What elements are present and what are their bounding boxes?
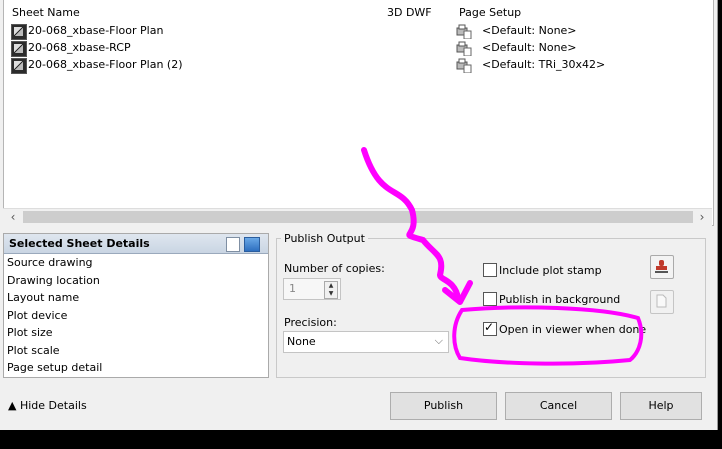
include-plot-stamp-checkbox[interactable] xyxy=(483,263,497,277)
copies-stepper[interactable]: 1 ▲ ▼ xyxy=(283,278,341,300)
cancel-button[interactable]: Cancel xyxy=(505,392,612,420)
page-setup-button[interactable] xyxy=(650,290,674,314)
sheet-name: 20-068_xbase-Floor Plan (2) xyxy=(28,58,183,71)
publish-output-legend: Publish Output xyxy=(281,232,368,245)
help-button[interactable]: Help xyxy=(620,392,702,420)
preview-icon[interactable] xyxy=(244,237,260,252)
details-header: Selected Sheet Details xyxy=(4,234,268,254)
sheet-layout-icon xyxy=(11,41,27,57)
sheet-row[interactable]: 20-068_xbase-RCP <Default: None> xyxy=(4,40,704,57)
sheet-name: 20-068_xbase-RCP xyxy=(28,41,131,54)
page-setup-icon xyxy=(456,24,472,39)
details-title: Selected Sheet Details xyxy=(9,237,150,250)
column-header-3d-dwf[interactable]: 3D DWF xyxy=(387,6,432,19)
copies-value[interactable]: 1 xyxy=(289,282,296,295)
horizontal-scrollbar[interactable]: ‹ › xyxy=(3,208,712,226)
page-setup-value[interactable]: <Default: TRi_30x42> xyxy=(482,58,605,71)
sheet-row[interactable]: 20-068_xbase-Floor Plan (2) <Default: TR… xyxy=(4,57,704,74)
detail-page-setup-detail: Page setup detail xyxy=(7,361,103,374)
page-setup-value[interactable]: <Default: None> xyxy=(482,24,577,37)
open-in-viewer-label[interactable]: Open in viewer when done xyxy=(499,323,646,336)
detail-plot-size: Plot size xyxy=(7,326,53,339)
scroll-right-icon[interactable]: › xyxy=(694,210,710,225)
scrollbar-thumb[interactable] xyxy=(23,211,693,223)
precision-select[interactable]: None ⌵ xyxy=(283,331,449,353)
scroll-left-icon[interactable]: ‹ xyxy=(5,210,21,225)
publish-in-background-label[interactable]: Publish in background xyxy=(499,293,620,306)
detail-plot-device: Plot device xyxy=(7,308,68,322)
publish-in-background-checkbox[interactable] xyxy=(483,292,497,306)
sheet-name: 20-068_xbase-Floor Plan xyxy=(28,24,164,37)
stepper-arrows-icon[interactable]: ▲ ▼ xyxy=(324,281,338,299)
sheet-list[interactable]: Sheet Name 3D DWF Page Setup 20-068_xbas… xyxy=(3,0,714,226)
page-icon[interactable] xyxy=(226,237,240,252)
plot-stamp-settings-button[interactable] xyxy=(650,255,674,279)
open-in-viewer-checkbox[interactable] xyxy=(483,320,497,336)
column-header-sheet-name[interactable]: Sheet Name xyxy=(12,6,80,19)
sheet-row[interactable]: 20-068_xbase-Floor Plan <Default: None> xyxy=(4,23,704,40)
publish-output-group xyxy=(276,238,706,378)
detail-layout-name: Layout name xyxy=(7,291,80,304)
document-add-icon xyxy=(656,294,667,308)
include-plot-stamp-label[interactable]: Include plot stamp xyxy=(499,264,602,277)
triangle-up-icon: ▲ xyxy=(8,399,17,412)
detail-plot-scale: Plot scale xyxy=(7,343,60,357)
chevron-down-icon[interactable]: ⌵ xyxy=(435,334,443,348)
precision-label: Precision: xyxy=(284,316,337,329)
publish-button[interactable]: Publish xyxy=(390,392,497,420)
sheet-layout-icon xyxy=(11,24,27,40)
detail-drawing-location: Drawing location xyxy=(7,273,100,287)
precision-value: None xyxy=(287,335,316,348)
hide-details-label: Hide Details xyxy=(19,399,87,412)
column-header-page-setup[interactable]: Page Setup xyxy=(459,6,521,19)
detail-source-drawing: Source drawing xyxy=(7,256,93,269)
copies-label: Number of copies: xyxy=(284,262,385,275)
page-setup-value[interactable]: <Default: None> xyxy=(482,41,577,54)
page-setup-icon xyxy=(456,58,472,73)
page-setup-icon xyxy=(456,41,472,56)
sheet-layout-icon xyxy=(11,58,27,74)
hide-details-toggle[interactable]: ▲ Hide Details xyxy=(8,399,87,412)
publish-dialog: Sheet Name 3D DWF Page Setup 20-068_xbas… xyxy=(0,0,718,430)
selected-sheet-details-panel: Selected Sheet Details Source drawing Dr… xyxy=(3,233,269,378)
stamp-icon xyxy=(655,260,668,273)
